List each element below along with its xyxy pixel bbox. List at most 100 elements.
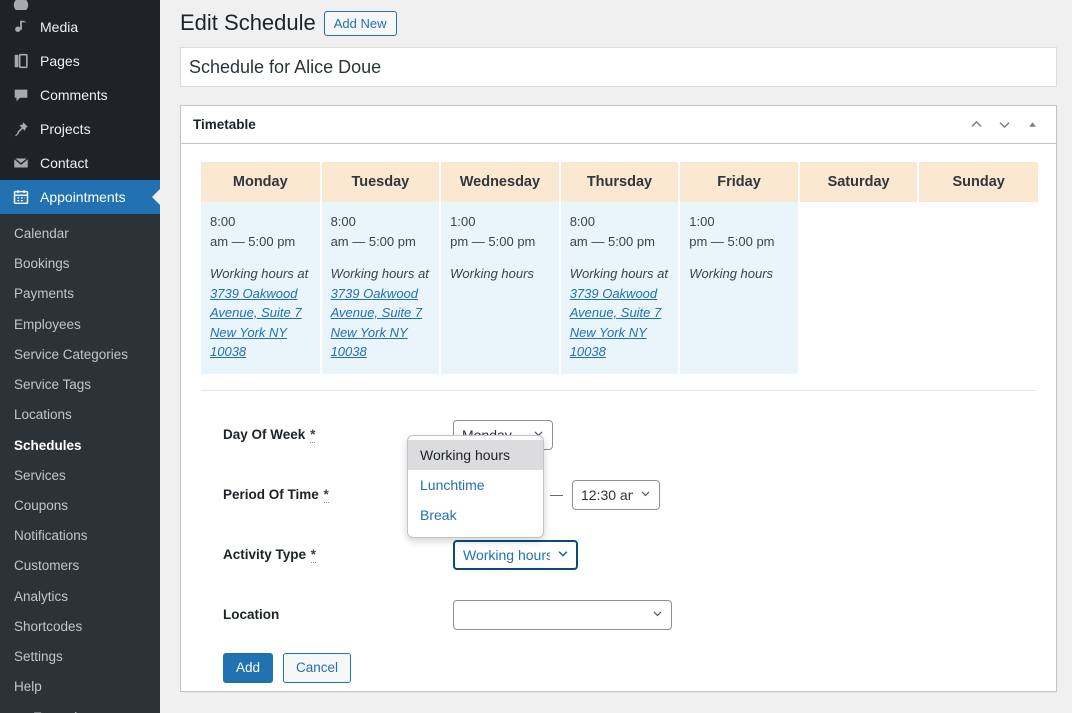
sidebar-item-settings[interactable]: Settings: [0, 642, 160, 672]
sidebar-item-calendar[interactable]: Calendar: [0, 219, 160, 249]
sidebar-item-locations[interactable]: Locations: [0, 400, 160, 430]
activity-type-label: Activity Type *: [223, 547, 453, 562]
add-button[interactable]: Add: [223, 653, 273, 683]
sidebar-item-service-categories[interactable]: Service Categories: [0, 340, 160, 370]
cell-time-start: 8:00: [570, 214, 595, 229]
cell-time-start: 1:00: [689, 214, 714, 229]
activity-type-select[interactable]: Working hours: [453, 540, 578, 570]
sidebar-item-media[interactable]: Media: [0, 10, 160, 44]
sidebar-item-label: Pages: [40, 53, 80, 69]
required-mark: *: [311, 547, 316, 563]
sidebar-item-label: Comments: [40, 87, 108, 103]
sidebar-item-label: Media: [40, 19, 78, 35]
activity-option-lunchtime[interactable]: Lunchtime: [408, 470, 543, 500]
timetable-panel-body: Monday Tuesday Wednesday Thursday Friday…: [181, 144, 1056, 691]
sidebar-item-label: Appointments: [40, 189, 126, 205]
sidebar-item-label: Extensions: [33, 710, 99, 713]
toggle-panel-icon[interactable]: [1018, 112, 1046, 138]
timetable-table: Monday Tuesday Wednesday Thursday Friday…: [201, 162, 1038, 374]
move-down-icon[interactable]: [990, 112, 1018, 138]
cancel-button[interactable]: Cancel: [283, 653, 351, 683]
add-new-button[interactable]: Add New: [324, 11, 397, 36]
cell-address-link[interactable]: 3739 Oakwood Avenue, Suite 7 New York NY…: [570, 286, 662, 360]
sidebar-item-appointments[interactable]: Appointments: [0, 180, 160, 214]
timetable-col-sunday: Sunday: [918, 162, 1038, 202]
cell-time-range: pm — 5:00 pm: [689, 234, 774, 249]
period-end-select-wrap: 12:30 am: [572, 480, 660, 510]
timetable-col-thursday: Thursday: [560, 162, 680, 202]
form-row-period-of-time: Period Of Time * 12:00 am —: [223, 465, 1036, 525]
cell-time-range: am — 5:00 pm: [570, 234, 655, 249]
timetable-header-row: Monday Tuesday Wednesday Thursday Friday…: [201, 162, 1038, 202]
activity-option-working-hours[interactable]: Working hours: [408, 440, 543, 470]
sidebar-item-label: Contact: [40, 155, 88, 171]
dashboard-icon: [11, 0, 31, 10]
schedule-item-form: Day Of Week * Monday Period Of Time *: [201, 391, 1036, 683]
cell-activity: Working hours: [450, 264, 550, 284]
timetable-cell-saturday: [799, 202, 919, 374]
sidebar-item-label: Projects: [40, 121, 91, 137]
cell-time-range: am — 5:00 pm: [331, 234, 416, 249]
timetable-cell-monday: 8:00 am — 5:00 pm Working hours at 3739 …: [201, 202, 321, 374]
timetable-cell-wednesday: 1:00 pm — 5:00 pm Working hours: [440, 202, 560, 374]
sidebar-item-services[interactable]: Services: [0, 461, 160, 491]
pages-icon: [11, 51, 31, 71]
page-title: Edit Schedule: [180, 9, 316, 38]
main-content: Edit Schedule Add New Timetable: [160, 0, 1072, 713]
sidebar-item-contact[interactable]: Contact: [0, 146, 160, 180]
cell-address-link[interactable]: 3739 Oakwood Avenue, Suite 7 New York NY…: [331, 286, 423, 360]
required-mark: *: [324, 487, 329, 503]
label-text: Day Of Week: [223, 427, 305, 442]
sidebar-item-payments[interactable]: Payments: [0, 279, 160, 309]
sidebar-item-employees[interactable]: Employees: [0, 310, 160, 340]
cell-address-link[interactable]: 3739 Oakwood Avenue, Suite 7 New York NY…: [210, 286, 302, 360]
sidebar-submenu-appointments: Calendar Bookings Payments Employees Ser…: [0, 214, 160, 713]
activity-type-dropdown-menu: Working hours Lunchtime Break: [407, 435, 544, 539]
sidebar-item-dashboard[interactable]: [0, 0, 160, 10]
cell-time-start: 8:00: [331, 214, 356, 229]
cell-time-start: 8:00: [210, 214, 235, 229]
schedule-title-input[interactable]: [180, 47, 1057, 87]
cell-time-range: pm — 5:00 pm: [450, 234, 535, 249]
form-row-activity-type: Activity Type * Working hours: [223, 525, 1036, 585]
period-separator: —: [550, 487, 563, 502]
period-end-select[interactable]: 12:30 am: [572, 480, 660, 510]
sidebar-item-schedules[interactable]: Schedules: [0, 431, 160, 461]
sidebar-item-help[interactable]: Help: [0, 672, 160, 702]
timetable-col-saturday: Saturday: [799, 162, 919, 202]
sidebar-item-shortcodes[interactable]: Shortcodes: [0, 612, 160, 642]
appointments-calendar-icon: [11, 187, 31, 207]
timetable-panel-header: Timetable: [181, 106, 1056, 144]
sidebar-item-notifications[interactable]: Notifications: [0, 521, 160, 551]
activity-option-break[interactable]: Break: [408, 500, 543, 530]
timetable-col-monday: Monday: [201, 162, 321, 202]
timetable-cell-tuesday: 8:00 am — 5:00 pm Working hours at 3739 …: [321, 202, 441, 374]
label-text: Activity Type: [223, 547, 306, 562]
wordpress-admin-page: Media Pages Comments: [0, 0, 1072, 713]
timetable-col-friday: Friday: [679, 162, 799, 202]
comments-icon: [11, 85, 31, 105]
sidebar-item-coupons[interactable]: Coupons: [0, 491, 160, 521]
admin-sidebar: Media Pages Comments: [0, 0, 160, 713]
sidebar-item-analytics[interactable]: Analytics: [0, 582, 160, 612]
sidebar-item-pages[interactable]: Pages: [0, 44, 160, 78]
location-select[interactable]: [453, 600, 672, 630]
timetable-col-wednesday: Wednesday: [440, 162, 560, 202]
location-select-wrap: [453, 600, 672, 630]
sidebar-item-service-tags[interactable]: Service Tags: [0, 370, 160, 400]
sidebar-item-extensions[interactable]: Extensions: [0, 703, 160, 713]
location-label: Location: [223, 607, 453, 622]
cell-time-start: 1:00: [450, 214, 475, 229]
projects-pin-icon: [11, 119, 31, 139]
form-row-day-of-week: Day Of Week * Monday: [223, 405, 1036, 465]
sidebar-item-customers[interactable]: Customers: [0, 551, 160, 581]
sidebar-item-projects[interactable]: Projects: [0, 112, 160, 146]
required-mark: *: [310, 427, 315, 443]
label-text: Period Of Time: [223, 487, 319, 502]
sidebar-item-bookings[interactable]: Bookings: [0, 249, 160, 279]
form-actions: Add Cancel: [223, 653, 1036, 683]
media-icon: [11, 17, 31, 37]
sidebar-item-comments[interactable]: Comments: [0, 78, 160, 112]
move-up-icon[interactable]: [962, 112, 990, 138]
cell-activity: Working hours at: [210, 264, 311, 284]
